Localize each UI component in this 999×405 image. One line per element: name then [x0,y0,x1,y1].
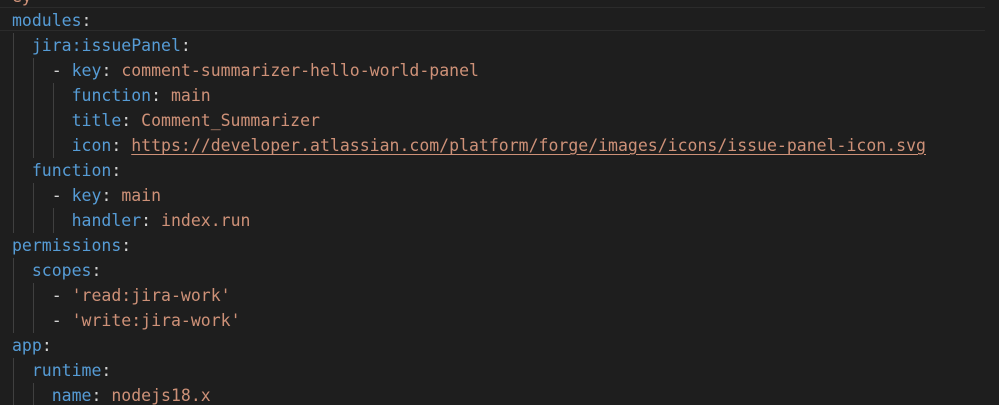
yaml-key: icon [71,136,112,155]
indent-guide [13,158,14,183]
code-line[interactable]: scopes: [12,258,926,283]
indent-guide [32,183,34,208]
code-line[interactable]: function: [12,158,926,183]
yaml-key: title [71,111,122,130]
indent-guide [13,383,14,405]
yaml-colon: : [121,111,142,130]
yaml-value: comment-summarizer-hello-world-panel [121,61,479,80]
yaml-key: scopes [31,261,92,280]
indent-guide [13,133,14,158]
code-lines: modules: jira:issuePanel: - key: comment… [12,8,926,405]
list-dash: - [51,286,72,305]
yaml-url-link[interactable]: https://developer.atlassian.com/platform… [131,136,926,155]
indent-guide [13,283,14,308]
list-dash: - [51,311,72,330]
yaml-key: function [31,161,112,180]
code-line[interactable]: runtime: [12,358,926,383]
code-line[interactable]: - 'write:jira-work' [12,308,926,333]
yaml-colon: : [111,161,122,180]
indent-guide [13,358,14,383]
indent-guide [52,108,54,133]
yaml-key: app [12,336,42,355]
code-line[interactable]: modules: [12,8,926,33]
yaml-key: handler [71,211,142,230]
code-line[interactable]: title: Comment_Summarizer [12,108,926,133]
code-line[interactable]: name: nodejs18.x [12,383,926,405]
code-editor[interactable]: ey modules: jira:issuePanel: - key: comm… [0,0,999,405]
yaml-colon: : [41,336,52,355]
yaml-value: main [121,186,162,205]
code-line[interactable]: handler: index.run [12,208,926,233]
indent-guide [52,83,54,108]
yaml-colon: : [111,136,132,155]
yaml-key: function [71,86,152,105]
indent-guide [13,108,14,133]
indent-guide [13,83,14,108]
indent-guide [13,258,14,283]
indent-guide [52,133,54,158]
indent-guide [32,58,34,83]
yaml-value: main [170,86,211,105]
indent-guide [32,108,34,133]
yaml-value: Comment_Summarizer [141,111,320,130]
indent-guide [32,283,34,308]
yaml-value: 'write:jira-work' [71,311,241,330]
indent-guide [32,208,34,233]
list-dash: - [51,61,72,80]
indent-guide [13,33,14,58]
code-line[interactable]: - key: comment-summarizer-hello-world-pa… [12,58,926,83]
indent-guide [13,308,14,333]
yaml-key: key [71,61,102,80]
code-line[interactable]: - 'read:jira-work' [12,283,926,308]
indent-guide [52,208,54,233]
yaml-key: jira:issuePanel [31,36,181,55]
yaml-colon: : [91,386,112,405]
indent-guide [32,383,34,405]
yaml-colon: : [101,61,122,80]
yaml-colon: : [91,261,102,280]
yaml-key: key [71,186,102,205]
yaml-colon: : [101,361,112,380]
code-line[interactable]: app: [12,333,926,358]
list-dash: - [51,186,72,205]
code-line[interactable]: function: main [12,83,926,108]
code-line[interactable]: jira:issuePanel: [12,33,926,58]
indent-guide [13,183,14,208]
yaml-colon: : [180,36,191,55]
code-line[interactable]: icon: https://developer.atlassian.com/pl… [12,133,926,158]
yaml-key: runtime [31,361,102,380]
yaml-key: name [51,386,92,405]
yaml-colon: : [81,11,92,30]
indent-guide [32,308,34,333]
yaml-colon: : [101,186,122,205]
yaml-key: permissions [12,236,122,255]
indent-guide [32,83,34,108]
code-line[interactable]: - key: main [12,183,926,208]
yaml-value: index.run [161,211,251,230]
yaml-colon: : [121,236,132,255]
code-line[interactable]: permissions: [12,233,926,258]
indent-guide [13,208,14,233]
yaml-colon: : [141,211,162,230]
yaml-value: 'read:jira-work' [71,286,231,305]
yaml-key: modules [12,11,82,30]
indent-guide [32,133,34,158]
indent-guide [13,58,14,83]
yaml-value: nodejs18.x [111,386,211,405]
yaml-colon: : [151,86,171,105]
